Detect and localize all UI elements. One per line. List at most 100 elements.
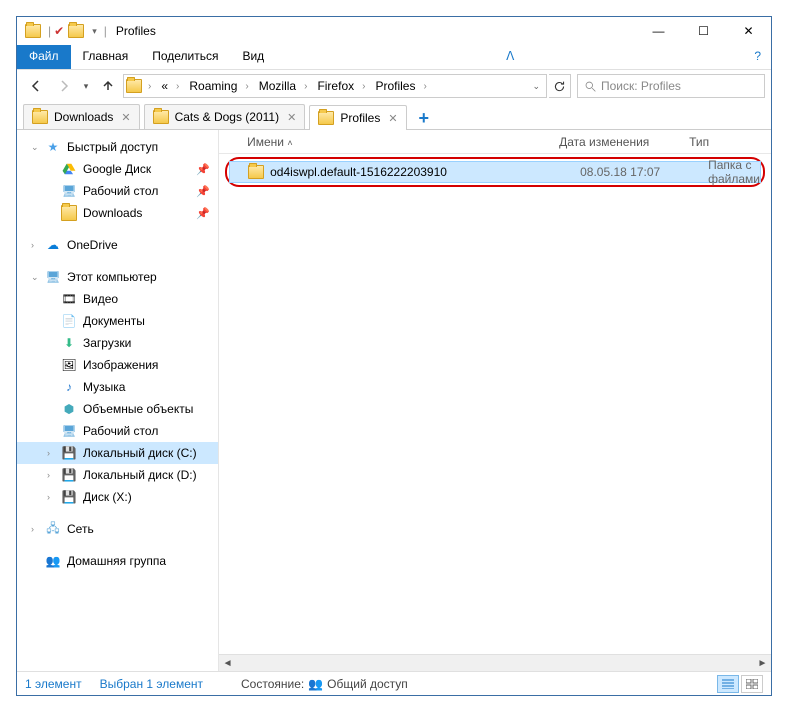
status-state: Состояние: 👥 Общий доступ xyxy=(241,677,408,691)
file-date: 08.05.18 17:07 xyxy=(580,165,708,179)
chevron-down-icon[interactable]: ⌄ xyxy=(31,142,39,153)
chevron-right-icon[interactable]: › xyxy=(358,81,369,92)
chevron-down-icon[interactable]: ⌄ xyxy=(31,272,39,283)
maximize-button[interactable]: ☐ xyxy=(681,17,726,45)
folder-tabs: Downloads✕ Cats & Dogs (2011)✕ Profiles ✕… xyxy=(17,102,771,130)
horizontal-scrollbar[interactable]: ◄ ► xyxy=(219,654,771,671)
ribbon-tab-view[interactable]: Вид xyxy=(230,45,276,69)
cloud-icon: ☁ xyxy=(45,237,61,253)
chevron-right-icon[interactable]: › xyxy=(47,448,50,458)
tab-profiles[interactable]: Profiles ✕ xyxy=(309,105,406,130)
scroll-left-icon[interactable]: ◄ xyxy=(219,658,236,669)
tree-google-drive[interactable]: Google Диск📌 xyxy=(17,158,218,180)
chevron-right-icon[interactable]: › xyxy=(419,81,430,92)
chevron-right-icon[interactable]: › xyxy=(144,81,155,92)
chevron-right-icon[interactable]: › xyxy=(241,81,252,92)
pin-icon[interactable]: 📌 xyxy=(196,163,210,176)
pc-icon: 🖥 xyxy=(45,269,61,285)
nav-up-button[interactable] xyxy=(95,73,121,99)
tab-cats-dogs[interactable]: Cats & Dogs (2011)✕ xyxy=(144,104,306,129)
column-name[interactable]: Имени ˄ xyxy=(247,135,559,149)
tab-label: Profiles xyxy=(340,111,380,125)
breadcrumb-item[interactable]: Firefox xyxy=(311,77,358,95)
file-list-pane: Имени ˄ Дата изменения Тип od4iswpl.defa… xyxy=(219,130,771,671)
tree-disk-c[interactable]: ›💾Локальный диск (C:) xyxy=(17,442,218,464)
tree-video[interactable]: 🎞Видео xyxy=(17,288,218,310)
tree-quick-access[interactable]: ⌄★Быстрый доступ xyxy=(17,136,218,158)
tree-disk-d[interactable]: ›💾Локальный диск (D:) xyxy=(17,464,218,486)
chevron-right-icon[interactable]: › xyxy=(31,524,34,534)
address-bar[interactable]: › « › Roaming › Mozilla › Firefox › Prof… xyxy=(123,74,547,98)
tree-documents[interactable]: 📄Документы xyxy=(17,310,218,332)
tree-onedrive[interactable]: ›☁OneDrive xyxy=(17,234,218,256)
gdrive-icon xyxy=(61,161,77,177)
folder-icon xyxy=(61,205,77,221)
nav-forward-button[interactable] xyxy=(51,73,77,99)
tree-downloads2[interactable]: ⬇Загрузки xyxy=(17,332,218,354)
nav-toolbar: ▾ › « › Roaming › Mozilla › Firefox › Pr… xyxy=(17,70,771,102)
tree-3d-objects[interactable]: ⬢Объемные объекты xyxy=(17,398,218,420)
tree-music[interactable]: ♪Музыка xyxy=(17,376,218,398)
nav-back-button[interactable] xyxy=(23,73,49,99)
sort-icon: ˄ xyxy=(287,138,292,148)
folder-icon xyxy=(318,111,334,125)
chevron-right-icon[interactable]: › xyxy=(31,240,34,250)
empty-area[interactable] xyxy=(219,190,771,654)
qat-sep: | xyxy=(45,24,54,38)
scroll-right-icon[interactable]: ► xyxy=(754,658,771,669)
chevron-right-icon[interactable]: › xyxy=(300,81,311,92)
tab-close-icon[interactable]: ✕ xyxy=(119,111,132,124)
breadcrumb-item[interactable]: Mozilla xyxy=(253,77,300,95)
maximize-icon: ☐ xyxy=(698,24,709,38)
tree-pictures[interactable]: 🖼Изображения xyxy=(17,354,218,376)
chevron-right-icon[interactable]: › xyxy=(172,81,183,92)
nav-history-button[interactable]: ▾ xyxy=(79,73,93,99)
tree-network[interactable]: ›🖧Сеть xyxy=(17,518,218,540)
title-bar[interactable]: | ✔ ▾ | Profiles — ☐ ✕ xyxy=(17,17,771,45)
navigation-tree[interactable]: ⌄★Быстрый доступ Google Диск📌 🖥Рабочий с… xyxy=(17,130,219,671)
tab-close-icon[interactable]: ✕ xyxy=(386,112,399,125)
ribbon-tab-share[interactable]: Поделиться xyxy=(140,45,230,69)
tab-close-icon[interactable]: ✕ xyxy=(285,111,298,124)
refresh-button[interactable] xyxy=(549,74,571,98)
search-input[interactable]: Поиск: Profiles xyxy=(577,74,765,98)
breadcrumb-prefix[interactable]: « xyxy=(155,77,172,95)
column-date[interactable]: Дата изменения xyxy=(559,135,689,149)
tab-downloads[interactable]: Downloads✕ xyxy=(23,104,140,129)
minimize-button[interactable]: — xyxy=(636,17,681,45)
qat-check-icon[interactable]: ✔ xyxy=(54,24,64,38)
tree-desktop2[interactable]: 🖥Рабочий стол xyxy=(17,420,218,442)
view-switcher xyxy=(717,675,763,693)
view-details-button[interactable] xyxy=(717,675,739,693)
ribbon-help-button[interactable]: ? xyxy=(744,45,771,69)
share-icon: 👥 xyxy=(308,677,323,691)
new-tab-button[interactable]: + xyxy=(411,108,438,129)
breadcrumb-item[interactable]: Roaming xyxy=(183,77,241,95)
tree-homegroup[interactable]: 👥Домашняя группа xyxy=(17,550,218,572)
file-row[interactable]: od4iswpl.default-1516222203910 08.05.18 … xyxy=(229,161,761,183)
chevron-right-icon[interactable]: › xyxy=(47,470,50,480)
address-dropdown-icon[interactable]: ⌄ xyxy=(528,81,544,92)
column-type[interactable]: Тип xyxy=(689,135,771,149)
pin-icon[interactable]: 📌 xyxy=(196,185,210,198)
tree-downloads[interactable]: Downloads📌 xyxy=(17,202,218,224)
qat-dropdown-icon[interactable]: ▾ xyxy=(88,26,101,37)
breadcrumb-item[interactable]: Profiles xyxy=(369,77,419,95)
tree-desktop[interactable]: 🖥Рабочий стол📌 xyxy=(17,180,218,202)
chevron-right-icon[interactable]: › xyxy=(47,492,50,502)
column-headers[interactable]: Имени ˄ Дата изменения Тип xyxy=(219,130,771,154)
cube-icon: ⬢ xyxy=(61,401,77,417)
window-title: Profiles xyxy=(110,24,636,38)
qat-folder-icon[interactable] xyxy=(68,24,84,38)
pin-icon[interactable]: 📌 xyxy=(196,207,210,220)
app-folder-icon xyxy=(25,24,41,38)
ribbon-tab-home[interactable]: Главная xyxy=(71,45,141,69)
picture-icon: 🖼 xyxy=(61,357,77,373)
ribbon-collapse-button[interactable]: ᐱ xyxy=(496,45,524,69)
view-icons-button[interactable] xyxy=(741,675,763,693)
ribbon-tab-file[interactable]: Файл xyxy=(17,45,71,69)
tree-disk-x[interactable]: ›💾Диск (X:) xyxy=(17,486,218,508)
tree-this-pc[interactable]: ⌄🖥Этот компьютер xyxy=(17,266,218,288)
search-icon xyxy=(584,80,597,93)
close-button[interactable]: ✕ xyxy=(726,17,771,45)
